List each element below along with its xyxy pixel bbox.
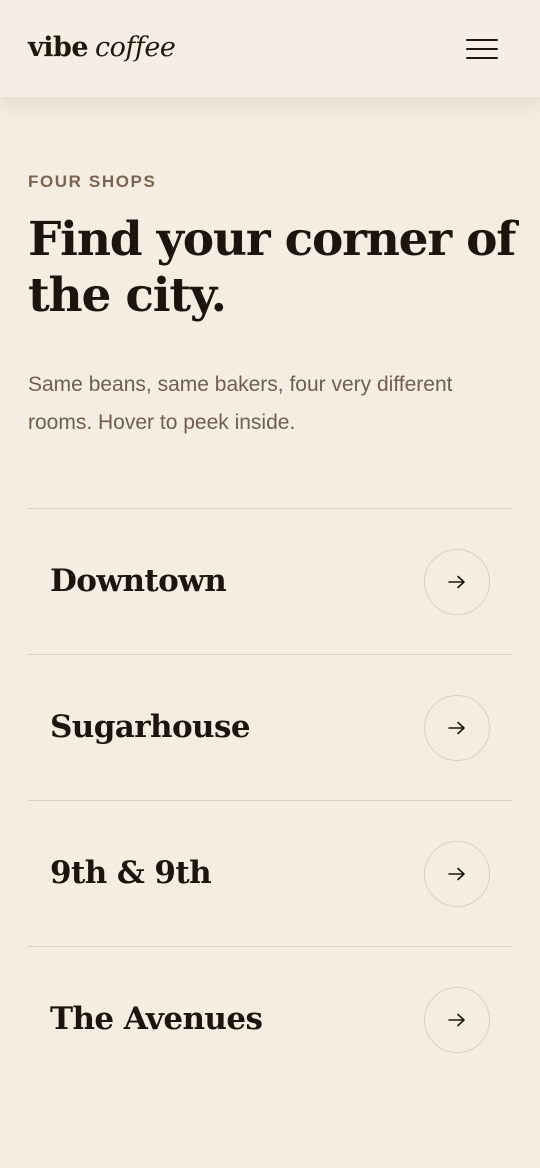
arrow-right-icon[interactable] bbox=[424, 549, 490, 615]
menu-line bbox=[466, 39, 498, 41]
arrow-right-icon[interactable] bbox=[424, 987, 490, 1053]
logo-word-coffee: coffee bbox=[95, 32, 176, 63]
shop-name: The Avenues bbox=[50, 1001, 263, 1037]
hamburger-menu-icon[interactable] bbox=[462, 34, 502, 64]
page-title: Find your corner of the city. bbox=[28, 212, 516, 323]
intro-text: Same beans, same bakers, four very diffe… bbox=[28, 373, 453, 434]
shop-name: 9th & 9th bbox=[50, 855, 212, 891]
shop-item-the-avenues[interactable]: The Avenues bbox=[28, 946, 512, 1092]
arrow-right-icon[interactable] bbox=[424, 841, 490, 907]
shop-item-downtown[interactable]: Downtown bbox=[28, 508, 512, 654]
logo[interactable]: vibe coffee bbox=[28, 30, 176, 66]
shop-list: Downtown Sugarhouse 9th & 9th The Avenue… bbox=[28, 508, 512, 1092]
logo-word-vibe: vibe bbox=[28, 32, 89, 63]
shop-name: Downtown bbox=[50, 563, 227, 599]
shop-item-sugarhouse[interactable]: Sugarhouse bbox=[28, 654, 512, 800]
shop-name: Sugarhouse bbox=[50, 709, 251, 745]
shop-item-9th-and-9th[interactable]: 9th & 9th bbox=[28, 800, 512, 946]
site-header: vibe coffee bbox=[0, 0, 540, 98]
menu-line bbox=[466, 48, 498, 50]
arrow-right-icon[interactable] bbox=[424, 695, 490, 761]
menu-line bbox=[466, 57, 498, 59]
section-eyebrow: FOUR SHOPS bbox=[28, 172, 157, 191]
